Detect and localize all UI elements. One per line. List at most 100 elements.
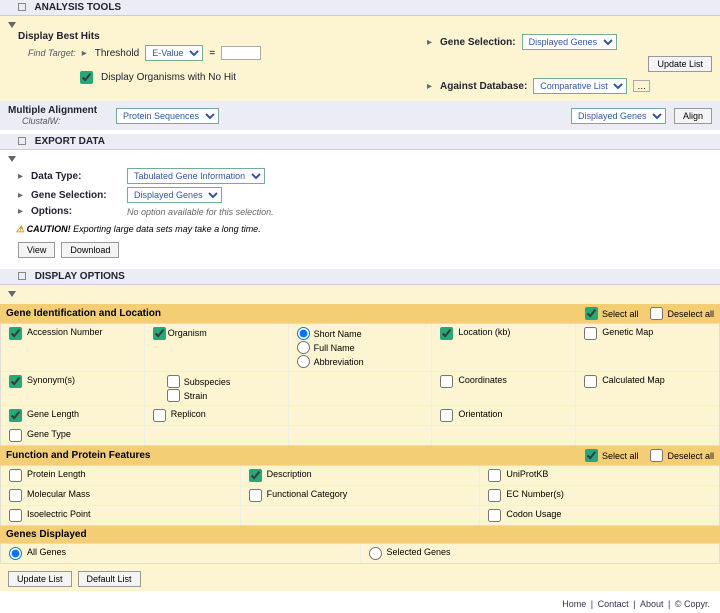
location-label: Location (kb) [458, 327, 510, 337]
deselect-all-label: Deselect all [667, 309, 714, 319]
export-title: EXPORT DATA [35, 136, 105, 147]
footer: Home | Contact | About | © Copyr. [0, 595, 720, 613]
orientation-checkbox[interactable] [440, 409, 453, 422]
expand-icon[interactable] [8, 291, 16, 297]
clustalw-label: ClustalW: [8, 116, 108, 126]
warning-icon: ⚠ [16, 224, 27, 234]
multi-align-label: Multiple Alignment [8, 105, 108, 116]
subspecies-label: Subspecies [184, 377, 231, 387]
gene-length-label: Gene Length [27, 409, 79, 419]
gene-selection-select[interactable]: Displayed Genes [522, 34, 617, 50]
display-title: DISPLAY OPTIONS [35, 271, 125, 282]
threshold-input[interactable] [221, 46, 261, 60]
best-hits-label: Display Best Hits [8, 31, 407, 42]
subspecies-checkbox[interactable] [167, 375, 180, 388]
no-hit-checkbox[interactable] [80, 71, 93, 84]
expand-icon[interactable] [8, 156, 16, 162]
synonyms-label: Synonym(s) [27, 375, 75, 385]
ec-num-label: EC Number(s) [506, 489, 564, 499]
mol-mass-label: Molecular Mass [27, 489, 90, 499]
select-all-checkbox-2[interactable] [585, 449, 598, 462]
display-options-section: DISPLAY OPTIONS Gene Identification and … [0, 269, 720, 591]
footer-home[interactable]: Home [562, 599, 586, 609]
update-list-button-2[interactable]: Update List [8, 571, 72, 587]
short-name-radio[interactable] [297, 327, 310, 340]
default-list-button[interactable]: Default List [78, 571, 141, 587]
identification-grid: Accession Number Organism Short Name Ful… [0, 323, 720, 446]
accession-checkbox[interactable] [9, 327, 22, 340]
threshold-label: Threshold [95, 48, 139, 59]
codon-checkbox[interactable] [488, 509, 501, 522]
organism-label: Organism [168, 328, 207, 338]
coordinates-checkbox[interactable] [440, 375, 453, 388]
strain-checkbox[interactable] [167, 389, 180, 402]
band3-title: Genes Displayed [6, 529, 714, 540]
footer-about[interactable]: About [640, 599, 664, 609]
all-genes-radio[interactable] [9, 547, 22, 560]
func-cat-checkbox[interactable] [249, 489, 262, 502]
genes-displayed-grid: All Genes Selected Genes [0, 543, 720, 564]
synonyms-checkbox[interactable] [9, 375, 22, 388]
isoelectric-checkbox[interactable] [9, 509, 22, 522]
selected-genes-label: Selected Genes [387, 547, 451, 557]
caution-label: CAUTION! [27, 224, 71, 234]
data-type-select[interactable]: Tabulated Gene Information [127, 168, 265, 184]
abbrev-radio[interactable] [297, 355, 310, 368]
collapse-icon[interactable] [18, 272, 26, 280]
info-icon[interactable]: … [633, 80, 650, 92]
find-target-label: Find Target: [8, 48, 76, 58]
codon-label: Codon Usage [506, 509, 561, 519]
export-data-section: EXPORT DATA ▸ Data Type: Tabulated Gene … [0, 134, 720, 265]
protein-length-label: Protein Length [27, 469, 86, 479]
against-db-select[interactable]: Comparative List [533, 78, 627, 94]
collapse-icon[interactable] [18, 137, 26, 145]
mol-mass-checkbox[interactable] [9, 489, 22, 502]
export-gene-sel-select[interactable]: Displayed Genes [127, 187, 222, 203]
calc-map-checkbox[interactable] [584, 375, 597, 388]
strain-label: Strain [184, 391, 208, 401]
download-button[interactable]: Download [61, 242, 119, 258]
organism-checkbox[interactable] [153, 327, 166, 340]
deselect-all-checkbox-2[interactable] [650, 449, 663, 462]
arrow-icon: ▸ [18, 171, 23, 182]
gene-type-checkbox[interactable] [9, 429, 22, 442]
full-name-radio[interactable] [297, 341, 310, 354]
view-button[interactable]: View [18, 242, 55, 258]
select-all-label-2: Select all [602, 451, 639, 461]
accession-label: Accession Number [27, 327, 103, 337]
func-cat-label: Functional Category [267, 489, 348, 499]
ec-num-checkbox[interactable] [488, 489, 501, 502]
align-genes-select[interactable]: Displayed Genes [571, 108, 666, 124]
select-all-label: Select all [602, 309, 639, 319]
threshold-select[interactable]: E-Value [145, 45, 203, 61]
collapse-icon[interactable] [18, 3, 26, 11]
uniprot-checkbox[interactable] [488, 469, 501, 482]
gene-length-checkbox[interactable] [9, 409, 22, 422]
data-type-label: Data Type: [31, 171, 121, 182]
select-all-checkbox[interactable] [585, 307, 598, 320]
update-list-button[interactable]: Update List [648, 56, 712, 72]
expand-icon[interactable] [8, 22, 16, 28]
against-db-label: Against Database: [440, 81, 527, 92]
clustal-select[interactable]: Protein Sequences [116, 108, 219, 124]
genetic-map-checkbox[interactable] [584, 327, 597, 340]
align-button[interactable]: Align [674, 108, 712, 124]
replicon-checkbox[interactable] [153, 409, 166, 422]
deselect-all-checkbox[interactable] [650, 307, 663, 320]
arrow-icon: ▸ [82, 48, 87, 59]
band-identification: Gene Identification and Location Select … [0, 304, 720, 323]
deselect-all-label-2: Deselect all [667, 451, 714, 461]
options-note: No option available for this selection. [127, 207, 274, 217]
arrow-icon: ▸ [427, 81, 432, 92]
description-checkbox[interactable] [249, 469, 262, 482]
protein-length-checkbox[interactable] [9, 469, 22, 482]
footer-contact[interactable]: Contact [598, 599, 629, 609]
equals-label: = [209, 48, 215, 59]
gene-selection-label: Gene Selection: [440, 37, 516, 48]
arrow-icon: ▸ [18, 206, 23, 217]
selected-genes-radio[interactable] [369, 547, 382, 560]
display-header: DISPLAY OPTIONS [0, 269, 720, 285]
location-checkbox[interactable] [440, 327, 453, 340]
full-name-label: Full Name [314, 343, 355, 353]
arrow-icon: ▸ [427, 37, 432, 48]
